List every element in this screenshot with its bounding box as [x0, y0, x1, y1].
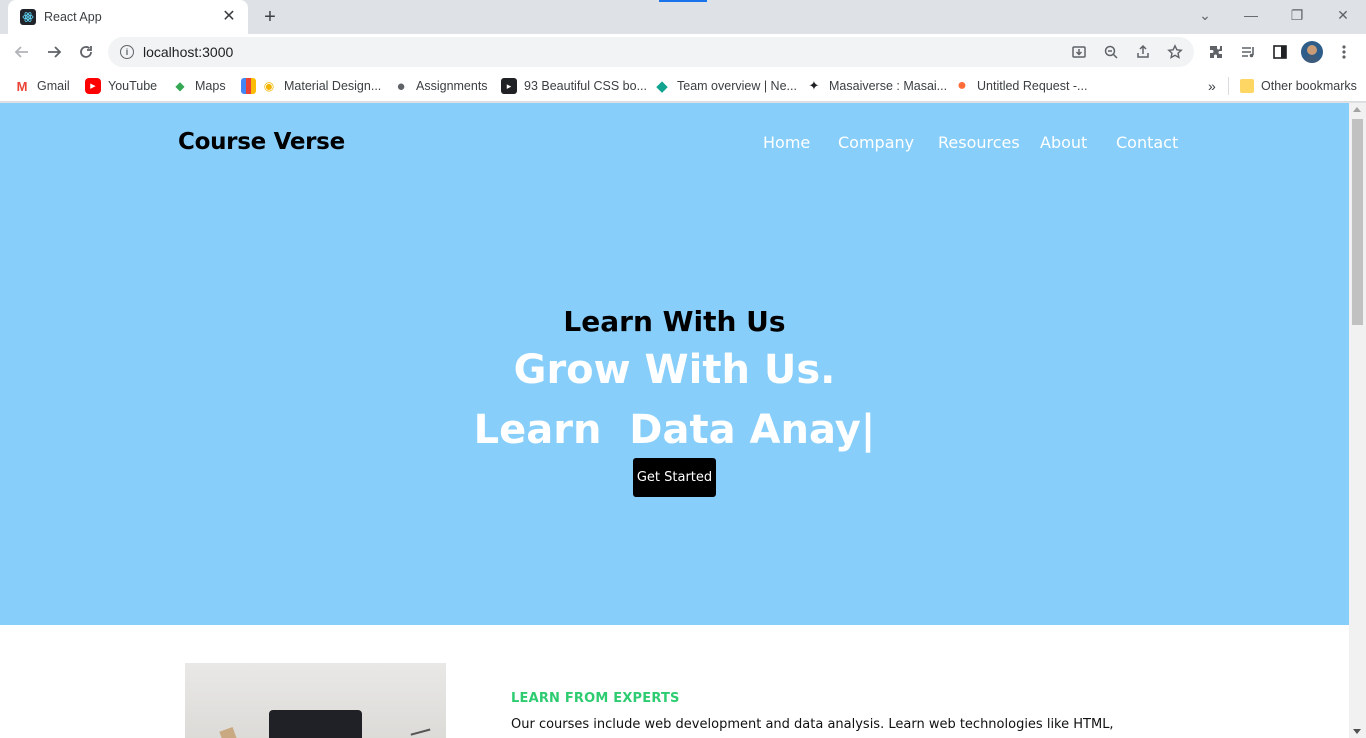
gmail-icon: M	[14, 78, 30, 94]
diamond-icon: ◆	[654, 78, 670, 95]
bookmark-label: Masaiverse : Masai...	[829, 79, 948, 93]
nav-about[interactable]: About	[1040, 133, 1087, 152]
youtube-icon: ▶	[85, 78, 101, 94]
about-kicker: LEARN FROM EXPERTS	[511, 691, 680, 706]
css-icon: ▸	[501, 78, 517, 94]
bookmark-label: Assignments	[416, 79, 488, 93]
scroll-up-icon[interactable]	[1353, 107, 1361, 112]
laptop-shape	[269, 710, 362, 738]
close-tab-icon[interactable]: ✕	[220, 8, 238, 26]
hero-title: Grow With Us.	[513, 347, 836, 393]
get-started-button[interactable]: Get Started	[633, 458, 716, 497]
grid-icon	[241, 78, 256, 94]
react-icon	[20, 9, 36, 25]
browser-toolbar: i localhost:3000	[0, 34, 1366, 70]
plant-shape	[410, 728, 432, 738]
tab-drag-indicator	[659, 0, 707, 2]
nav-contact[interactable]: Contact	[1116, 133, 1178, 152]
nav-home[interactable]: Home	[763, 133, 810, 152]
tab-search-icon[interactable]: ⌄	[1182, 0, 1228, 30]
bookmark-label: Material Design...	[284, 79, 382, 93]
site-brand[interactable]: Course Verse	[178, 129, 345, 155]
nav-resources[interactable]: Resources	[938, 133, 1020, 152]
forward-icon[interactable]	[40, 38, 68, 66]
tab-title: React App	[44, 10, 102, 24]
media-queue-icon[interactable]	[1238, 42, 1258, 62]
scroll-thumb[interactable]	[1352, 119, 1363, 325]
site-info-icon[interactable]: i	[120, 45, 134, 59]
globe-icon: ●	[393, 78, 409, 95]
bookmark-postman[interactable]: ● Untitled Request -...	[954, 76, 1087, 96]
restore-icon[interactable]: ❐	[1274, 0, 1320, 30]
page-viewport: Course Verse Home Company Resources Abou…	[0, 103, 1349, 738]
zoom-icon[interactable]	[1102, 43, 1120, 61]
about-image	[185, 663, 446, 738]
mug-shape	[219, 726, 237, 738]
extensions-icon[interactable]	[1206, 42, 1226, 62]
bookmark-label: Team overview | Ne...	[677, 79, 797, 93]
bookmark-youtube[interactable]: ▶ YouTube	[85, 76, 157, 96]
bookmark-label: Other bookmarks	[1261, 79, 1357, 93]
hero-section: Course Verse Home Company Resources Abou…	[0, 103, 1349, 625]
bookmark-maps[interactable]: ◆ Maps	[172, 76, 226, 96]
reload-icon[interactable]	[72, 38, 100, 66]
install-app-icon[interactable]	[1070, 43, 1088, 61]
folder-icon	[1240, 79, 1254, 93]
bookmark-assignments[interactable]: ● Assignments	[393, 76, 488, 96]
postman-icon: ●	[954, 77, 970, 94]
bookmark-team-overview[interactable]: ◆ Team overview | Ne...	[654, 76, 797, 96]
scroll-down-icon[interactable]	[1353, 729, 1361, 734]
bookmark-label: Gmail	[37, 79, 70, 93]
nav-company[interactable]: Company	[838, 133, 914, 152]
minimize-icon[interactable]: —	[1228, 0, 1274, 30]
side-panel-icon[interactable]	[1270, 42, 1290, 62]
bookmark-gmail[interactable]: M Gmail	[14, 76, 70, 96]
address-bar[interactable]: i localhost:3000	[108, 37, 1194, 67]
address-url[interactable]: localhost:3000	[143, 44, 233, 60]
menu-kebab-icon[interactable]	[1334, 42, 1354, 62]
bookmark-label: Maps	[195, 79, 226, 93]
bookmark-star-icon[interactable]	[1166, 43, 1184, 61]
bookmark-masaiverse[interactable]: ✦ Masaiverse : Masai...	[806, 76, 947, 96]
bookmarks-divider	[1228, 77, 1229, 95]
hero-typed-text: Learn Data Anay|	[473, 407, 876, 453]
new-tab-button[interactable]: +	[258, 6, 282, 28]
bookmarks-overflow-icon[interactable]: »	[1208, 76, 1216, 96]
bookmarks-bar: M Gmail ▶ YouTube ◆ Maps ◉ Material Desi…	[0, 70, 1366, 102]
bookmark-label: 93 Beautiful CSS bo...	[524, 79, 647, 93]
share-icon[interactable]	[1134, 43, 1152, 61]
browser-tab[interactable]: React App ✕	[8, 0, 248, 34]
back-icon[interactable]	[8, 38, 36, 66]
profile-avatar[interactable]	[1301, 41, 1323, 63]
about-text: Our courses include web development and …	[511, 717, 1114, 732]
close-window-icon[interactable]: ✕	[1320, 0, 1366, 30]
material-design-icon: ◉	[261, 78, 277, 94]
bookmark-label: YouTube	[108, 79, 158, 93]
other-bookmarks[interactable]: Other bookmarks	[1240, 76, 1357, 96]
page-scrollbar[interactable]	[1349, 103, 1366, 738]
maps-icon: ◆	[172, 78, 188, 94]
hero-heading: Learn With Us	[563, 305, 786, 338]
sparkle-icon: ✦	[806, 78, 822, 94]
bookmark-css[interactable]: ▸ 93 Beautiful CSS bo...	[501, 76, 647, 96]
tab-strip: React App ✕ + ⌄ — ❐ ✕	[0, 0, 1366, 34]
bookmark-label: Untitled Request -...	[977, 79, 1088, 93]
bookmark-material-design[interactable]: ◉ Material Design...	[241, 76, 381, 96]
